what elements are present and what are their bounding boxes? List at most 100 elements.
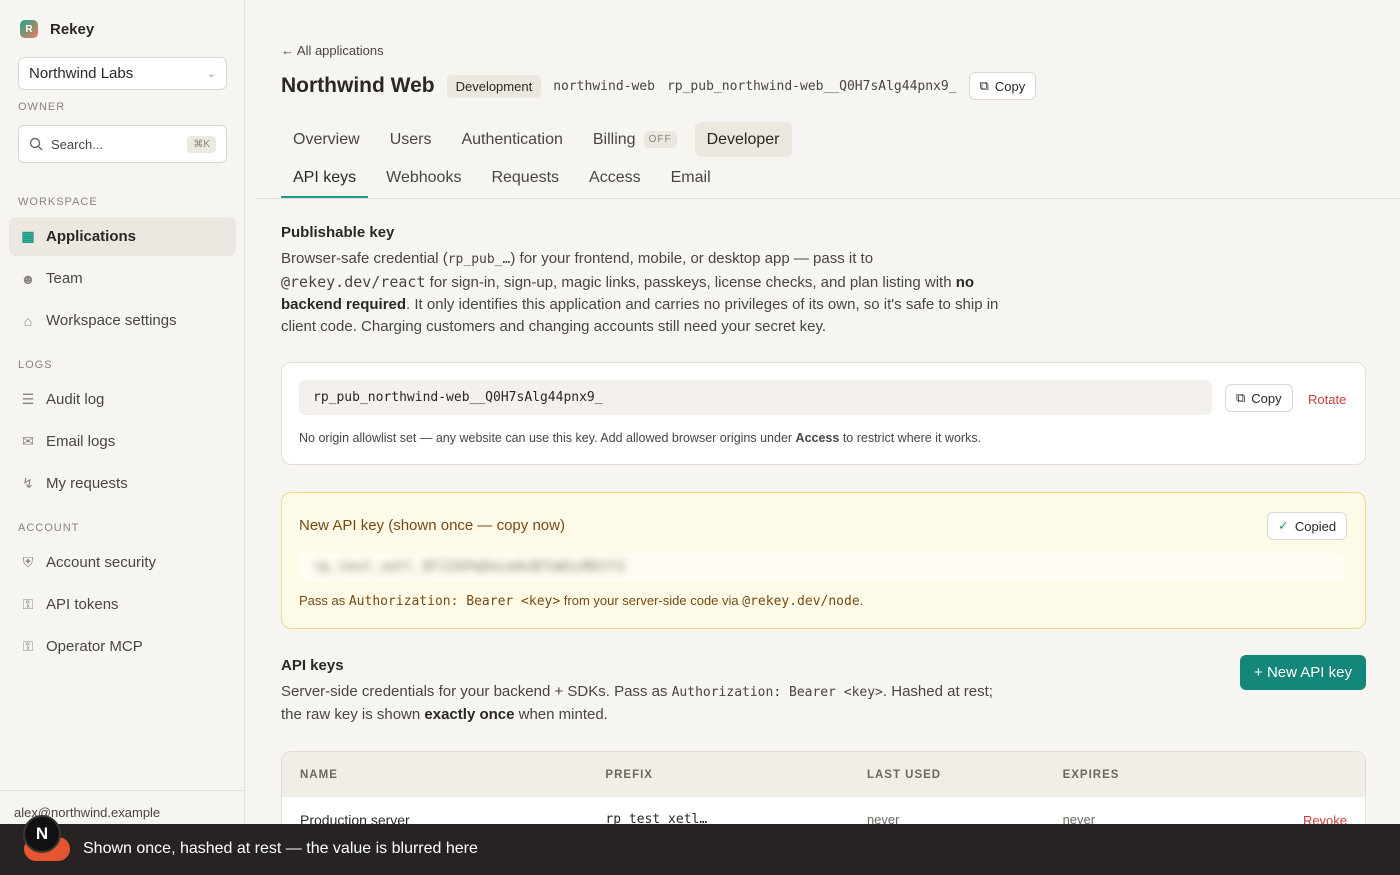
tab-billing[interactable]: Billing OFF — [581, 122, 689, 157]
code: @rekey.dev/node — [742, 594, 860, 609]
origin-allowlist-note: No origin allowlist set — any website ca… — [299, 431, 981, 445]
key-icon: ⚿ — [22, 596, 34, 612]
sidebar-item-api-tokens[interactable]: ⚿ API tokens — [9, 585, 236, 624]
api-keys-description: Server-side credentials for your backend… — [281, 681, 1001, 726]
section-logs: LOGS — [18, 359, 53, 371]
environment-badge: Development — [446, 74, 542, 98]
key-icon: ⚿ — [22, 638, 34, 654]
sidebar-item-label: Workspace settings — [46, 312, 177, 329]
sidebar-item-operator-mcp[interactable]: ⚿ Operator MCP — [9, 627, 236, 666]
owner-label: OWNER — [18, 101, 66, 113]
shield-icon: ⛨ — [22, 554, 34, 570]
text: No origin allowlist set — any website ca… — [299, 431, 796, 445]
tab-authentication[interactable]: Authentication — [449, 122, 574, 157]
text: ) for your frontend, mobile, or desktop … — [510, 250, 874, 267]
org-select[interactable]: Northwind Labs ⌄ — [18, 57, 227, 90]
copy-header-button[interactable]: ⧉ Copy — [968, 72, 1037, 100]
tab-billing-label: Billing — [592, 130, 636, 148]
activity-icon: ↯ — [22, 475, 34, 491]
publishable-heading: Publishable key — [281, 224, 395, 241]
sidebar-item-workspace-settings[interactable]: ⌂ Workspace settings — [9, 301, 236, 340]
access-link[interactable]: Access — [796, 431, 840, 445]
main-content: ← All applications Northwind Web Develop… — [246, 0, 1400, 875]
sidebar-item-audit-log[interactable]: ☰ Audit log — [9, 380, 236, 419]
column-header-name[interactable]: NAME — [282, 769, 587, 781]
chevron-down-icon: ⌄ — [206, 68, 216, 80]
sidebar-item-label: Email logs — [46, 433, 116, 450]
code: Authorization: Bearer <key> — [671, 685, 883, 700]
tab-api-keys[interactable]: API keys — [281, 160, 369, 198]
code: Authorization: Bearer <key> — [348, 594, 561, 609]
document-icon: ☰ — [21, 391, 35, 407]
secondary-tabs: API keys Webhooks Requests Access Email — [281, 160, 723, 198]
publishable-key-field[interactable]: rp_pub_northwind-web__Q0H7sAlg44pnx9_ — [299, 380, 1212, 415]
sidebar-item-team[interactable]: ☻ Team — [9, 259, 236, 298]
search-placeholder: Search... — [51, 136, 104, 152]
code: @rekey.dev/react — [281, 273, 426, 291]
new-key-value-field[interactable]: rp_test_xetl_8fJ2kPq9sLm4vB7nW1zR6tY3 — [299, 553, 1344, 581]
text: Pass as — [299, 593, 349, 608]
sidebar-item-label: Operator MCP — [46, 638, 143, 655]
new-key-title: New API key (shown once — copy now) — [299, 517, 565, 534]
column-header-expires[interactable]: EXPIRES — [1045, 769, 1275, 781]
text: . — [859, 593, 864, 608]
column-header-last-used[interactable]: LAST USED — [849, 769, 1045, 781]
copied-label: Copied — [1294, 518, 1337, 534]
text: Browser-safe credential ( — [281, 250, 448, 267]
primary-tabs: Overview Users Authentication Billing OF… — [281, 122, 792, 157]
search-icon — [29, 137, 43, 151]
sidebar-item-label: Team — [46, 270, 83, 287]
brand-name: Rekey — [50, 20, 95, 38]
sidebar-item-label: My requests — [46, 475, 128, 492]
app-pub-key: rp_pub_northwind-web__Q0H7sAlg44pnx9_ — [666, 78, 957, 94]
search-input[interactable]: Search... ⌘K — [18, 125, 227, 163]
brand[interactable]: R Rekey — [20, 20, 94, 38]
copy-label: Copy — [994, 78, 1026, 94]
sidebar: R Rekey Northwind Labs ⌄ OWNER Search...… — [0, 0, 245, 875]
text: to restrict where it works. — [839, 431, 982, 445]
app-header: Northwind Web Development northwind-web … — [281, 72, 1037, 100]
users-icon: ☻ — [20, 270, 36, 287]
app-slug: northwind-web — [553, 78, 655, 94]
toast: Shown once, hashed at rest — the value i… — [0, 824, 1400, 875]
back-link[interactable]: ← All applications — [281, 43, 384, 58]
tab-requests[interactable]: Requests — [479, 160, 571, 198]
copy-icon: ⧉ — [1236, 390, 1246, 405]
tab-webhooks[interactable]: Webhooks — [374, 160, 473, 198]
text: for sign-in, sign-up, magic links, passk… — [425, 274, 956, 291]
section-account: ACCOUNT — [18, 522, 80, 534]
rotate-button[interactable]: Rotate — [1308, 392, 1346, 407]
sidebar-item-email-logs[interactable]: ✉ Email logs — [9, 422, 236, 461]
tab-access[interactable]: Access — [577, 160, 653, 198]
emphasis: exactly once — [424, 706, 515, 723]
copy-publishable-button[interactable]: ⧉ Copy — [1225, 384, 1293, 412]
avatar[interactable]: N — [23, 815, 61, 853]
sidebar-item-my-requests[interactable]: ↯ My requests — [9, 464, 236, 503]
sidebar-item-applications[interactable]: ▦ Applications — [9, 217, 236, 256]
tab-developer[interactable]: Developer — [694, 122, 792, 157]
sidebar-item-account-security[interactable]: ⛨ Account security — [9, 543, 236, 582]
tab-email[interactable]: Email — [659, 160, 723, 198]
mail-icon: ✉ — [22, 433, 34, 449]
sidebar-item-label: Account security — [46, 554, 157, 571]
tab-divider — [256, 198, 1400, 199]
code: rp_pub_… — [447, 252, 511, 267]
home-icon: ⌂ — [23, 312, 33, 329]
text: Server-side credentials for your backend… — [281, 683, 672, 700]
new-api-key-button[interactable]: + New API key — [1240, 655, 1366, 690]
table-header: NAME PREFIX LAST USED EXPIRES — [282, 752, 1365, 797]
tab-users[interactable]: Users — [378, 122, 444, 157]
copy-icon: ⧉ — [979, 78, 989, 93]
publishable-description: Browser-safe credential (rp_pub_…) for y… — [281, 248, 1021, 338]
page-title: Northwind Web — [281, 74, 435, 97]
sidebar-item-label: API tokens — [46, 596, 119, 613]
text: when minted. — [514, 706, 608, 723]
rekey-logo-icon: R — [20, 20, 38, 38]
copied-button[interactable]: ✓ Copied — [1267, 512, 1348, 540]
sidebar-item-label: Audit log — [46, 391, 105, 408]
column-header-prefix[interactable]: PREFIX — [587, 769, 849, 781]
copy-label: Copy — [1251, 390, 1282, 406]
sidebar-item-label: Applications — [46, 228, 137, 245]
tab-overview[interactable]: Overview — [281, 122, 372, 157]
org-select-value: Northwind Labs — [29, 65, 134, 82]
